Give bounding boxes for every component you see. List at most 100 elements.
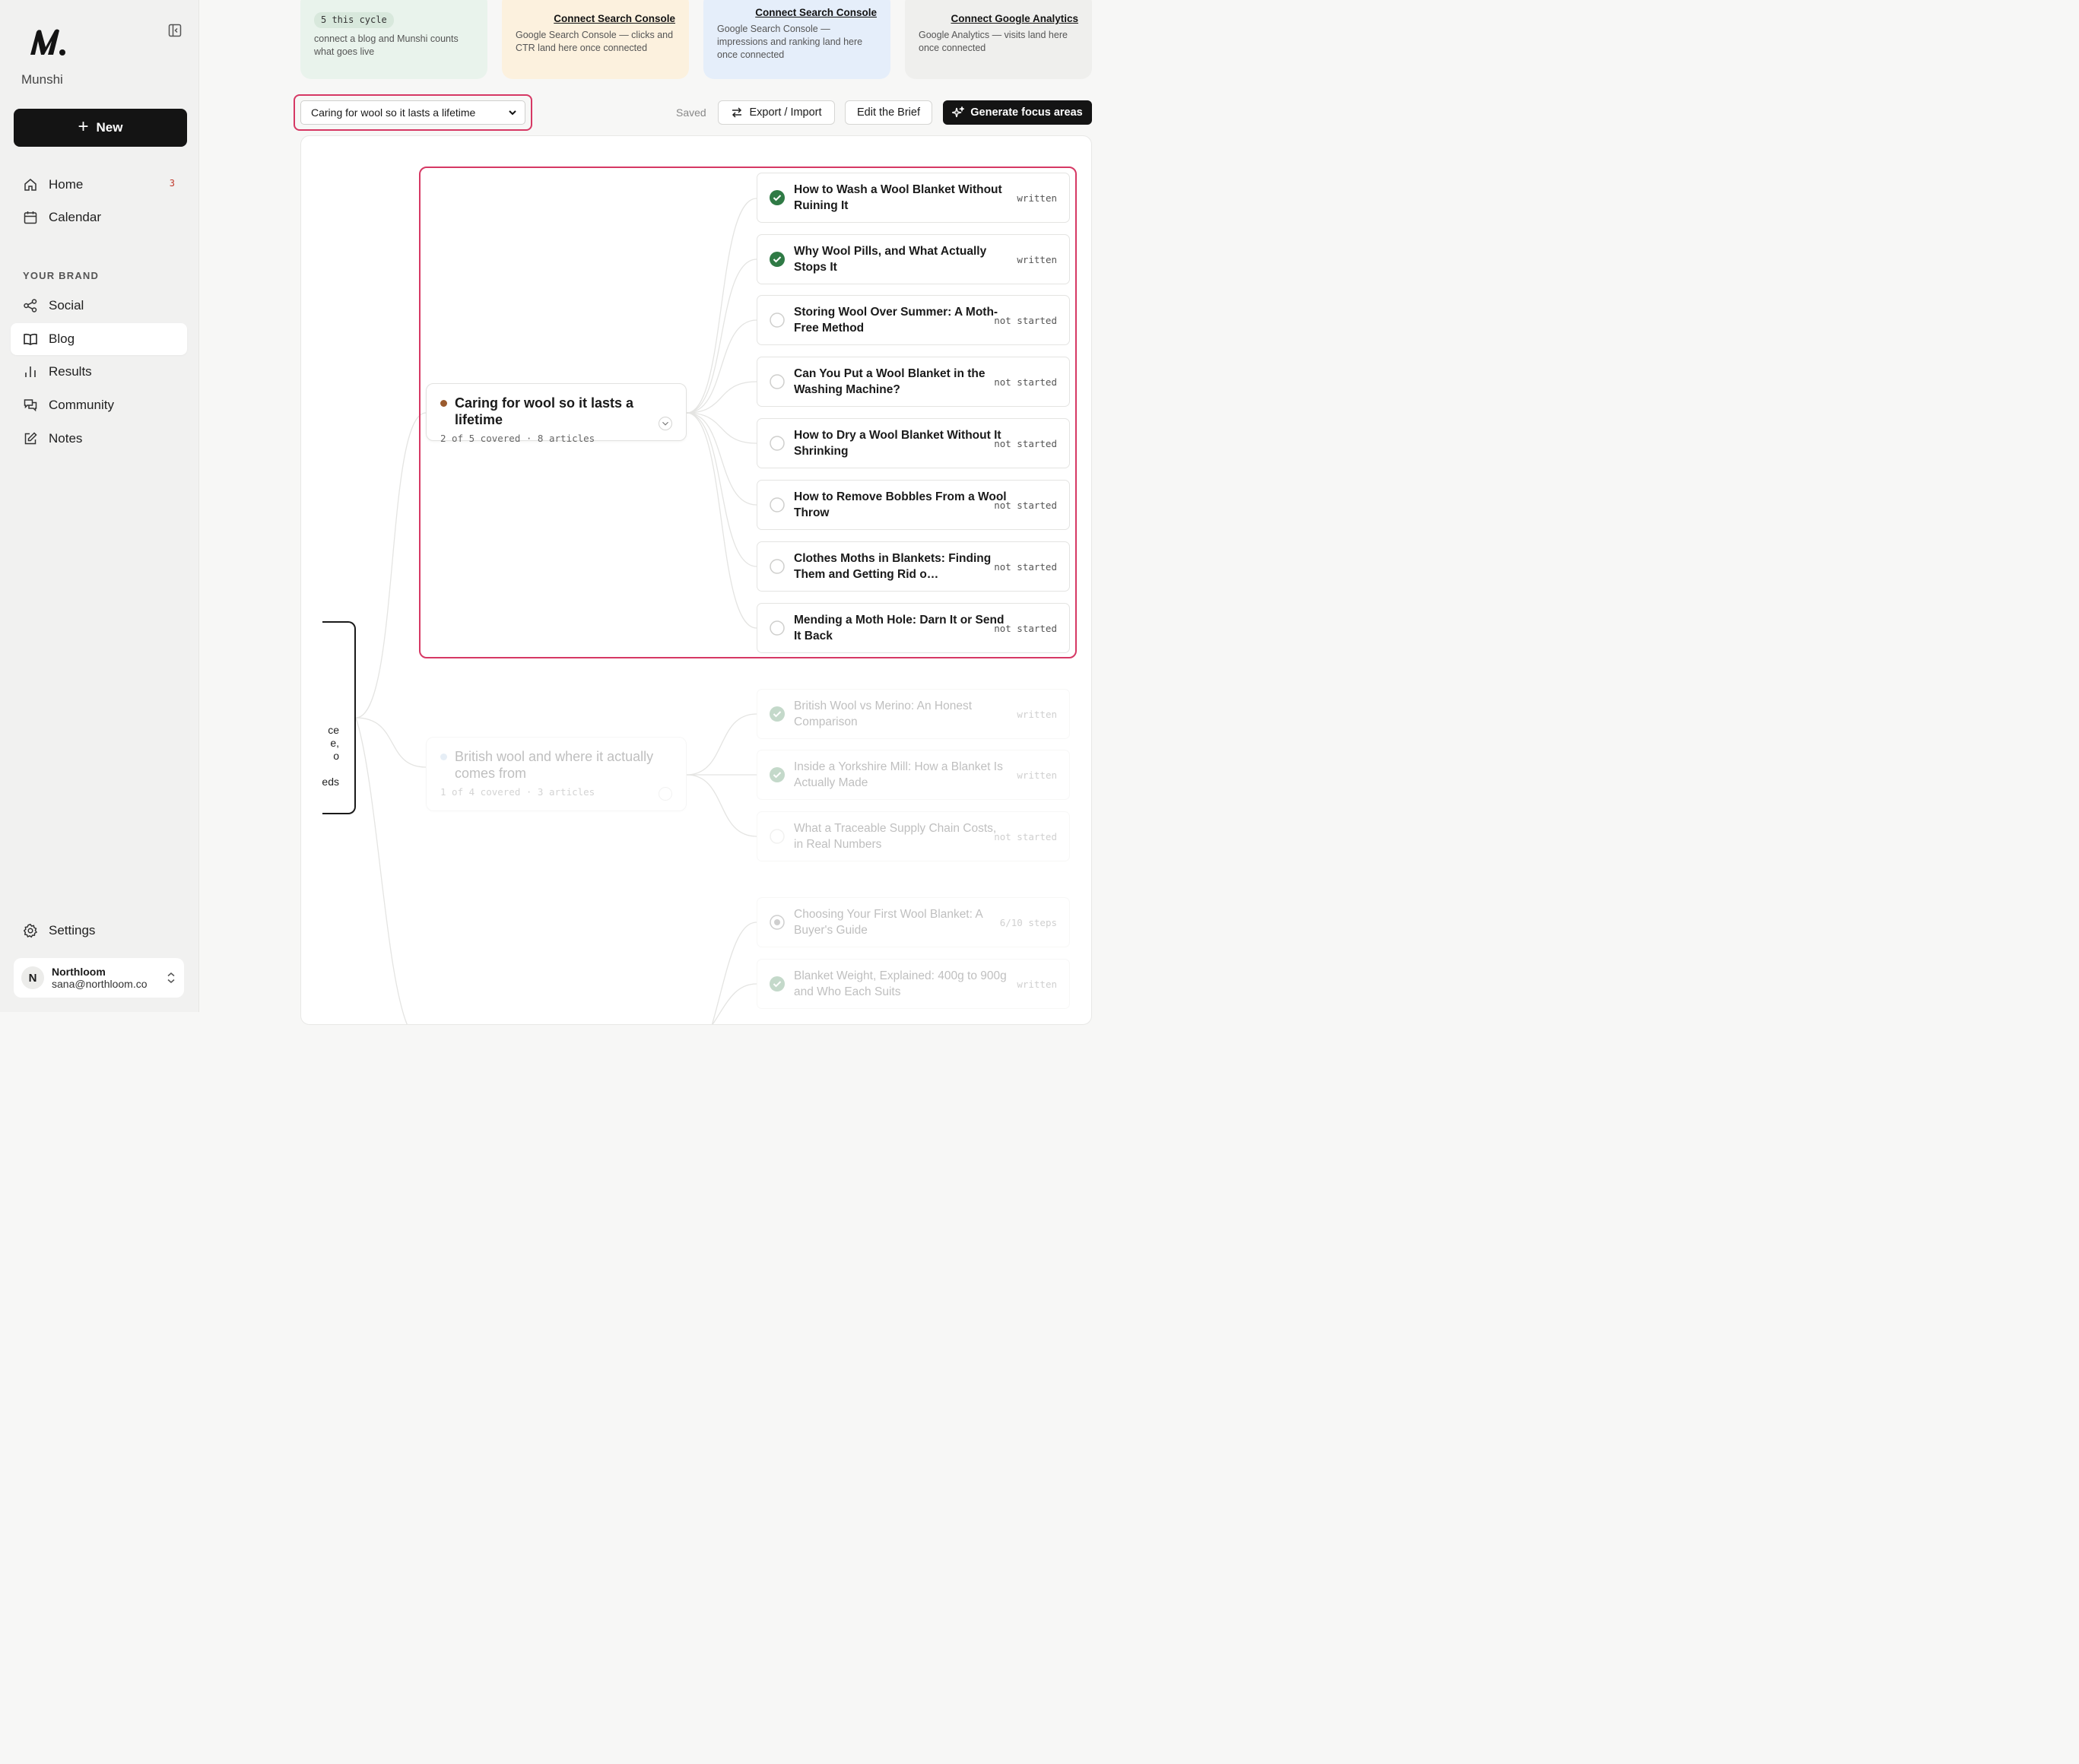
collapse-sidebar-icon[interactable] [167, 23, 183, 38]
article-card[interactable]: How to Remove Bobbles From a Wool Throw … [757, 480, 1070, 530]
root-node-text: e, [330, 737, 339, 749]
sidebar-item-social[interactable]: Social [11, 290, 187, 322]
article-card[interactable]: How to Wash a Wool Blanket Without Ruini… [757, 173, 1070, 223]
sidebar-item-calendar[interactable]: Calendar [11, 201, 187, 233]
focus-area-coverage: 2 of 5 covered · 8 articles [440, 433, 595, 444]
section-label-your-brand: YOUR BRAND [23, 270, 100, 281]
focus-area-title: Caring for wool so it lasts a lifetime [455, 395, 634, 427]
focus-area-node[interactable]: Caring for wool so it lasts a lifetime 2… [426, 383, 687, 444]
focus-color-dot [440, 400, 447, 407]
chevron-down-icon[interactable] [659, 417, 672, 430]
article-title: Mending a Moth Hole: Darn It or Send It … [794, 614, 1005, 642]
sidebar-item-settings[interactable]: Settings [11, 915, 187, 947]
open-book-icon [24, 333, 37, 345]
cycle-card-text: connect a blog and Munshi counts what go… [314, 33, 459, 57]
article-title: Can You Put a Wool Blanket in the Washin… [794, 367, 986, 396]
sidebar-item-community[interactable]: Community [11, 389, 187, 421]
sidebar-item-notes[interactable]: Notes [11, 423, 187, 455]
article-card[interactable]: Clothes Moths in Blankets: Finding Them … [757, 541, 1070, 592]
article-status: not started [994, 623, 1057, 634]
generate-focus-areas-button[interactable]: Generate focus areas [943, 100, 1092, 125]
article-status: not started [994, 315, 1057, 326]
article-title: Why Wool Pills, and What Actually Stops … [794, 245, 987, 274]
sidebar-item-label: Community [49, 398, 114, 412]
focus-area-select-highlight: Caring for wool so it lasts a lifetime [294, 94, 532, 131]
focus-area-node[interactable]: British wool and where it actually comes… [426, 737, 687, 811]
export-import-button[interactable]: Export / Import [718, 100, 835, 125]
article-status: not started [994, 831, 1057, 842]
article-title: What a Traceable Supply Chain Costs, in … [794, 822, 997, 851]
empty-circle-icon [770, 620, 785, 636]
plus-icon: + [78, 116, 89, 137]
article-status: not started [994, 438, 1057, 449]
new-button[interactable]: + New [14, 109, 187, 147]
root-node-text: ce [328, 724, 339, 736]
article-title: Inside a Yorkshire Mill: How a Blanket I… [794, 760, 1003, 789]
article-card[interactable]: British Wool vs Merino: An Honest Compar… [757, 689, 1070, 739]
swap-arrows-icon [732, 107, 742, 118]
export-import-label: Export / Import [749, 106, 822, 119]
edit-brief-button[interactable]: Edit the Brief [845, 100, 932, 125]
sidebar-item-home[interactable]: Home 3 [11, 169, 187, 201]
article-card[interactable]: Why Wool Pills, and What Actually Stops … [757, 234, 1070, 284]
article-status: 6/10 steps [999, 917, 1057, 928]
article-card[interactable]: Inside a Yorkshire Mill: How a Blanket I… [757, 750, 1070, 800]
connect-search-console-link[interactable]: Connect Search Console [516, 12, 675, 25]
generate-focus-areas-label: Generate focus areas [970, 106, 1083, 119]
home-icon [24, 179, 37, 191]
article-title: How to Remove Bobbles From a Wool Throw [794, 490, 1007, 519]
article-status: not started [994, 500, 1057, 511]
empty-circle-icon [770, 829, 785, 844]
article-card[interactable]: How to Dry a Wool Blanket Without It Shr… [757, 418, 1070, 468]
chevron-up-down-icon [167, 972, 175, 983]
article-card[interactable]: Can You Put a Wool Blanket in the Washin… [757, 357, 1070, 407]
account-name: Northloom [52, 966, 106, 978]
article-card[interactable]: Blanket Weight, Explained: 400g to 900g … [757, 959, 1070, 1009]
chevron-down-icon[interactable] [659, 787, 672, 801]
chat-bubbles-icon [24, 399, 37, 412]
article-status: written [1017, 254, 1057, 265]
article-title: Storing Wool Over Summer: A Moth-Free Me… [794, 306, 998, 335]
check-circle-icon [770, 767, 785, 782]
article-title: How to Dry a Wool Blanket Without It Shr… [794, 429, 1001, 458]
connect-google-analytics-link[interactable]: Connect Google Analytics [919, 12, 1078, 25]
sidebar-item-label: Notes [49, 431, 83, 446]
article-card[interactable]: Storing Wool Over Summer: A Moth-Free Me… [757, 295, 1070, 345]
chevron-down-icon [509, 110, 516, 116]
article-card[interactable]: Mending a Moth Hole: Darn It or Send It … [757, 603, 1070, 653]
check-circle-icon [770, 706, 785, 722]
article-card[interactable]: Choosing Your First Wool Blanket: A Buye… [757, 897, 1070, 947]
article-status: written [1017, 769, 1057, 781]
empty-circle-icon [770, 374, 785, 389]
card-description: Google Analytics — visits land here once… [919, 30, 1068, 53]
account-email: sana@northloom.co [52, 978, 148, 990]
sidebar-item-results[interactable]: Results [11, 356, 187, 388]
munshi-logo-icon[interactable] [27, 27, 67, 58]
check-circle-icon [770, 190, 785, 205]
focus-area-title: British wool and where it actually comes… [455, 749, 654, 781]
home-count-badge: 3 [169, 178, 175, 189]
focus-area-select[interactable]: Caring for wool so it lasts a lifetime [300, 100, 525, 125]
sidebar-item-label: Settings [49, 923, 96, 938]
bar-chart-icon [25, 366, 36, 377]
edit-brief-label: Edit the Brief [856, 106, 920, 119]
article-status: written [1017, 709, 1057, 720]
card-description: Google Search Console — impressions and … [717, 24, 863, 60]
connect-search-console-link[interactable]: Connect Search Console [717, 6, 877, 19]
check-circle-icon [770, 976, 785, 991]
brand-name: Munshi [21, 72, 63, 87]
focus-area-select-value: Caring for wool so it lasts a lifetime [311, 106, 476, 119]
focus-area-coverage: 1 of 4 covered · 3 articles [440, 786, 595, 798]
new-button-label: New [96, 120, 123, 135]
edit-note-icon [24, 432, 37, 445]
root-node[interactable]: ce e, o eds [322, 621, 356, 814]
account-switcher[interactable]: N Northloom sana@northloom.co [14, 958, 184, 998]
empty-circle-icon [770, 497, 785, 512]
article-card[interactable]: What a Traceable Supply Chain Costs, in … [757, 811, 1070, 861]
sidebar-item-label: Results [49, 364, 92, 379]
search-console-impressions-card: Connect Search Console Google Search Con… [703, 0, 890, 79]
topic-map-canvas[interactable]: ce e, o eds Caring for wool so it lasts … [300, 135, 1092, 1025]
search-console-clicks-card: Connect Search Console Google Search Con… [502, 0, 689, 79]
sidebar-item-label: Blog [49, 332, 75, 346]
sidebar-item-blog[interactable]: Blog [11, 323, 187, 355]
